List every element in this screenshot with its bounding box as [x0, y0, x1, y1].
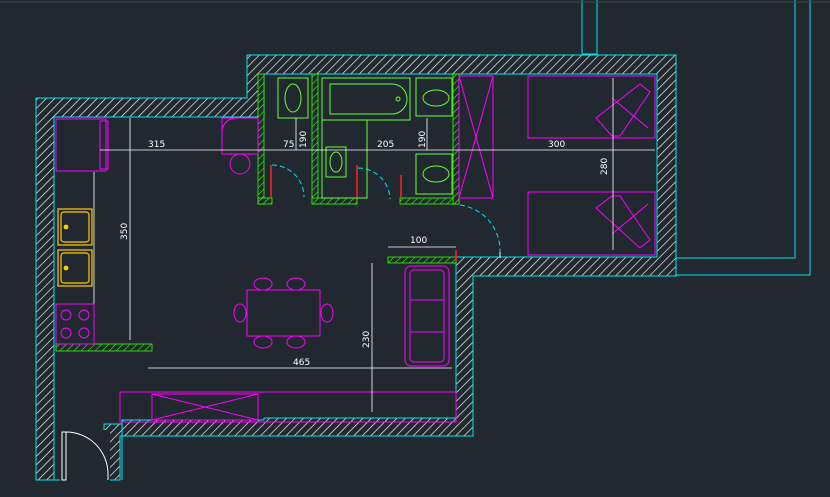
dim-living-width: 465	[293, 358, 310, 368]
dim-bath-width: 205	[377, 140, 394, 150]
dim-wc-height: 190	[418, 131, 428, 148]
cad-floor-plan: 315 75 190 205 190 300 280 350 100 230 4…	[0, 0, 830, 482]
dim-kitchen-width: 315	[148, 140, 165, 150]
dim-bedroom-height: 280	[600, 158, 610, 175]
dim-partition-width: 100	[410, 236, 427, 246]
dim-bath-height: 190	[299, 131, 309, 148]
dim-kitchen-length: 350	[120, 223, 130, 240]
dim-living-height: 230	[362, 331, 372, 348]
dim-corridor-width: 75	[283, 140, 294, 150]
outer-walls	[35, 54, 677, 482]
dim-bedroom-width: 300	[548, 140, 565, 150]
